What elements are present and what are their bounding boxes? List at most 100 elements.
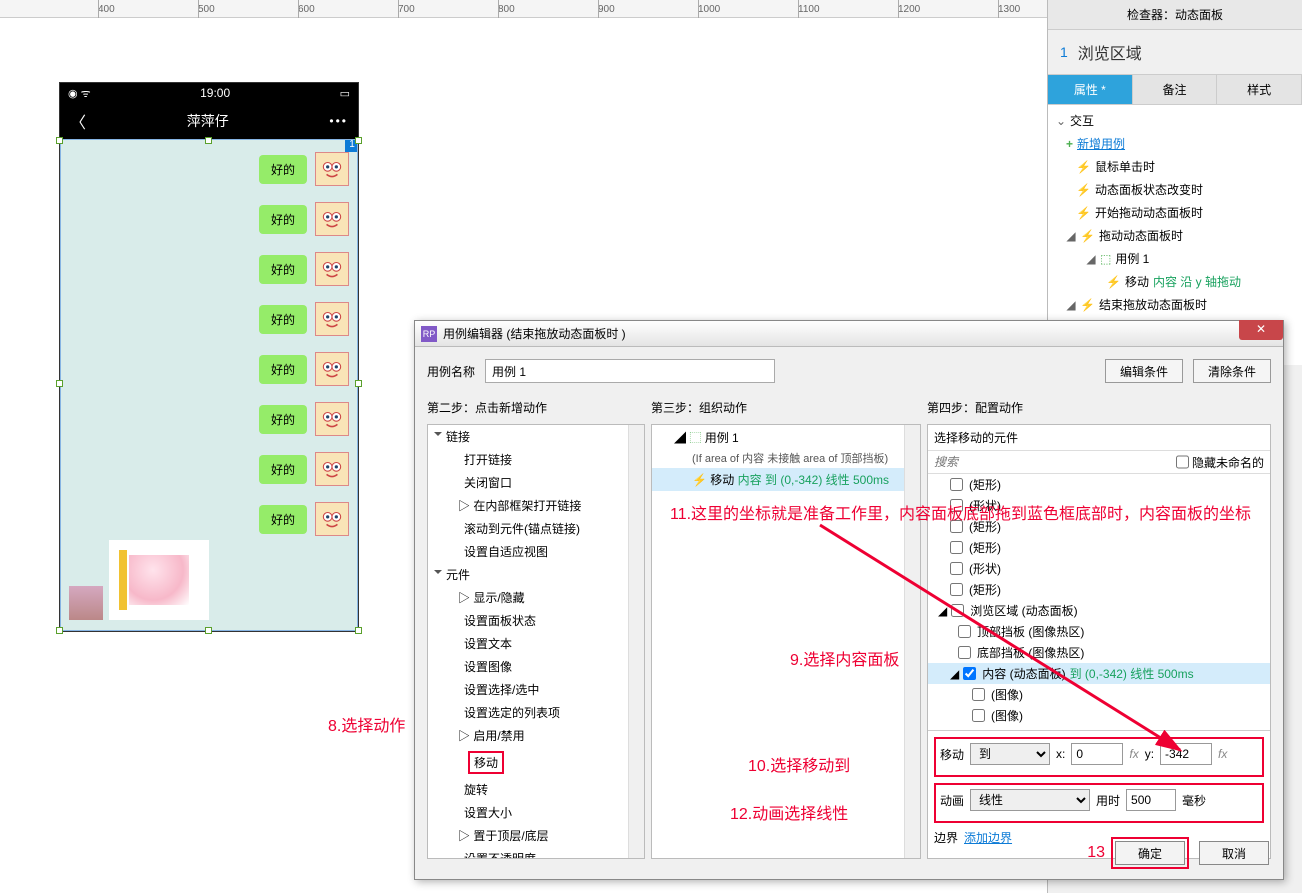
organize-panel[interactable]: ◢ ⬚ 用例 1 (If area of 内容 未接触 area of 顶部挡板… — [651, 424, 921, 859]
back-icon[interactable]: 〈 — [70, 109, 86, 133]
action-showhide[interactable]: 显示/隐藏 — [473, 591, 524, 605]
widget-content-selected[interactable]: ◢ 内容 (动态面板) 到 (0,-342) 线性 500ms — [928, 663, 1270, 684]
avatar-icon — [315, 152, 349, 186]
action-move[interactable]: ⚡移动 内容 沿 y 轴拖动 — [1048, 270, 1302, 293]
x-input[interactable] — [1071, 743, 1123, 765]
battery-icon: ▭ — [340, 87, 350, 100]
action-list[interactable]: 链接 打开链接 关闭窗口 ▷ 在内部框架打开链接 滚动到元件(锚点链接) 设置自… — [427, 424, 645, 859]
anim-select[interactable]: 线性 — [970, 789, 1090, 811]
action-setimage[interactable]: 设置图像 — [428, 655, 644, 678]
search-input[interactable] — [928, 451, 1170, 473]
hide-unnamed-checkbox[interactable]: 隐藏未命名的 — [1170, 451, 1270, 473]
step2-title: 第二步：点击新增动作 — [427, 395, 645, 420]
dialog-footer: 13 确定 取消 — [1087, 837, 1269, 869]
group-links[interactable]: 链接 — [428, 425, 644, 448]
selection-count: 1 — [1060, 44, 1068, 60]
annotation-13: 13 — [1087, 844, 1105, 862]
nav-title: 萍萍仔 — [187, 111, 229, 131]
selection-handle[interactable] — [56, 627, 63, 634]
wifi-icon: ◉ ᯤ — [68, 86, 91, 101]
selection-handle[interactable] — [205, 627, 212, 634]
action-closewin[interactable]: 关闭窗口 — [428, 471, 644, 494]
anim-config-box: 动画 线性 用时 毫秒 — [934, 783, 1264, 823]
action-scrollto[interactable]: 滚动到元件(锚点链接) — [428, 517, 644, 540]
tab-properties[interactable]: 属性 * — [1048, 75, 1133, 104]
action-setselected[interactable]: 设置选择/选中 — [428, 678, 644, 701]
step4-title: 第四步：配置动作 — [927, 395, 1271, 420]
add-boundary-link[interactable]: 添加边界 — [964, 829, 1012, 846]
step3-title: 第三步：组织动作 — [651, 395, 921, 420]
action-openlink[interactable]: 打开链接 — [428, 448, 644, 471]
selection-handle[interactable] — [355, 627, 362, 634]
close-button[interactable]: ✕ — [1239, 320, 1283, 340]
event-statechange[interactable]: ⚡动态面板状态改变时 — [1048, 178, 1302, 201]
tab-notes[interactable]: 备注 — [1133, 75, 1218, 104]
widget-name[interactable]: 浏览区域 — [1078, 40, 1290, 64]
action-openframe[interactable]: 在内部框架打开链接 — [473, 499, 581, 513]
message-row: 好的 — [259, 452, 349, 486]
selection-handle[interactable] — [56, 380, 63, 387]
action-rotate[interactable]: 旋转 — [428, 778, 644, 801]
y-input[interactable] — [1160, 743, 1212, 765]
event-drag[interactable]: ◢⚡拖动动态面板时 — [1048, 224, 1302, 247]
event-dragstart[interactable]: ⚡开始拖动动态面板时 — [1048, 201, 1302, 224]
case-node[interactable]: ◢ ⬚ 用例 1 — [652, 425, 920, 448]
event-dragend[interactable]: ◢⚡结束拖放动态面板时 — [1048, 293, 1302, 316]
status-bar: ◉ ᯤ 19:00 ▭ — [60, 83, 358, 103]
action-enable[interactable]: 启用/禁用 — [473, 729, 524, 743]
inspector-title: 检查器：动态面板 — [1048, 0, 1302, 30]
more-icon[interactable]: ••• — [329, 114, 348, 128]
scrollbar[interactable] — [904, 425, 920, 858]
move-type-select[interactable]: 到 — [970, 743, 1050, 765]
event-click[interactable]: ⚡鼠标单击时 — [1048, 155, 1302, 178]
action-opacity[interactable]: 设置不透明度 — [428, 847, 644, 859]
action-panelstate[interactable]: 设置面板状态 — [428, 609, 644, 632]
action-adaptive[interactable]: 设置自适应视图 — [428, 540, 644, 563]
search-row: 隐藏未命名的 — [928, 451, 1270, 474]
message-row: 好的 — [259, 352, 349, 386]
action-move-selected[interactable]: 移动 — [468, 751, 504, 774]
action-setlist[interactable]: 设置选定的列表项 — [428, 701, 644, 724]
edit-condition-button[interactable]: 编辑条件 — [1105, 359, 1183, 383]
selection-handle[interactable] — [56, 137, 63, 144]
selection-handle[interactable] — [355, 137, 362, 144]
widget-tree[interactable]: (矩形) (形状) (矩形) (矩形) (形状) (矩形) ◢ 浏览区域 (动态… — [928, 474, 1270, 730]
ok-button[interactable]: 确定 — [1115, 841, 1185, 865]
self-avatar — [69, 586, 103, 620]
ruler-horizontal: 400 500 600 700 800 900 1000 1100 1200 1… — [0, 0, 1047, 18]
section-interaction[interactable]: ⌄交互 — [1048, 109, 1302, 132]
status-time: 19:00 — [200, 86, 230, 100]
action-row[interactable]: ⚡ 移动 内容 到 (0,-342) 线性 500ms — [652, 468, 920, 491]
chat-panel[interactable]: 1 好的 好的 好的 好的 好的 好的 好的 好的 — [60, 139, 358, 631]
tab-style[interactable]: 样式 — [1217, 75, 1302, 104]
app-icon: RP — [421, 326, 437, 342]
case-name-label: 用例名称 — [427, 363, 475, 380]
case-name-input[interactable] — [485, 359, 775, 383]
case-editor-dialog: RP 用例编辑器 (结束拖放动态面板时 ) ✕ 用例名称 编辑条件 清除条件 第… — [414, 320, 1284, 880]
message-row: 好的 — [259, 402, 349, 436]
cancel-button[interactable]: 取消 — [1199, 841, 1269, 865]
inspector-tabs: 属性 * 备注 样式 — [1048, 74, 1302, 105]
photo-message — [109, 540, 209, 620]
inspector-header: 1 浏览区域 — [1048, 30, 1302, 74]
case-drag[interactable]: ◢⬚ 用例 1 — [1048, 247, 1302, 270]
action-bringfront[interactable]: 置于顶层/底层 — [473, 829, 548, 843]
widget-browse[interactable]: ◢ 浏览区域 (动态面板) — [928, 600, 1270, 621]
action-settext[interactable]: 设置文本 — [428, 632, 644, 655]
self-message — [69, 540, 209, 620]
add-case-link[interactable]: + 新增用例 — [1048, 132, 1302, 155]
scrollbar[interactable] — [628, 425, 644, 858]
duration-input[interactable] — [1126, 789, 1176, 811]
selection-handle[interactable] — [355, 380, 362, 387]
group-widgets[interactable]: 元件 — [428, 563, 644, 586]
message-row: 好的 — [259, 252, 349, 286]
message-row: 好的 — [259, 152, 349, 186]
nav-bar: 〈 萍萍仔 ••• — [60, 103, 358, 139]
selection-handle[interactable] — [205, 137, 212, 144]
action-setsize[interactable]: 设置大小 — [428, 801, 644, 824]
message-row: 好的 — [259, 502, 349, 536]
dialog-title: 用例编辑器 (结束拖放动态面板时 ) — [443, 325, 626, 342]
config-header: 选择移动的元件 — [928, 425, 1270, 451]
dialog-titlebar[interactable]: RP 用例编辑器 (结束拖放动态面板时 ) ✕ — [415, 321, 1283, 347]
clear-condition-button[interactable]: 清除条件 — [1193, 359, 1271, 383]
